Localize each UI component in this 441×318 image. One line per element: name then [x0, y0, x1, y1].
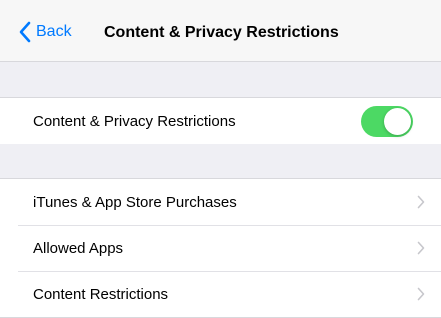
menu-item-allowed-apps[interactable]: Allowed Apps [0, 225, 441, 271]
page-title: Content & Privacy Restrictions [104, 24, 339, 41]
chevron-right-icon [417, 287, 425, 301]
chevron-right-icon [417, 195, 425, 209]
back-label: Back [36, 23, 72, 40]
menu-item-itunes-app-store-purchases[interactable]: iTunes & App Store Purchases [0, 179, 441, 225]
chevron-left-icon [19, 21, 31, 43]
chevron-right-icon [417, 241, 425, 255]
back-button[interactable]: Back [18, 19, 72, 45]
section-spacer [0, 144, 441, 178]
restrictions-toggle-switch[interactable] [361, 106, 413, 137]
menu-item-label: iTunes & App Store Purchases [33, 193, 237, 211]
menu-item-label: Content Restrictions [33, 285, 169, 303]
menu-item-label: Allowed Apps [33, 239, 124, 257]
restrictions-toggle-row: Content & Privacy Restrictions [0, 98, 441, 144]
restrictions-toggle-group: Content & Privacy Restrictions [0, 97, 441, 145]
restrictions-menu-group: iTunes & App Store Purchases Allowed App… [0, 178, 441, 318]
toggle-knob [384, 108, 411, 135]
navigation-bar: Back Content & Privacy Restrictions [0, 0, 441, 62]
menu-item-content-restrictions[interactable]: Content Restrictions [0, 271, 441, 317]
restrictions-toggle-label: Content & Privacy Restrictions [33, 112, 236, 130]
